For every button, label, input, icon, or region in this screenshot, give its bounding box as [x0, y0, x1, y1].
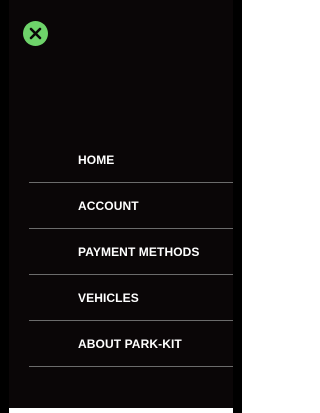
- menu-item-payment-methods[interactable]: PAYMENT METHODS: [29, 229, 233, 275]
- navigation-menu: HOME ACCOUNT PAYMENT METHODS VEHICLES AB…: [29, 137, 233, 367]
- menu-item-label: HOME: [78, 153, 115, 167]
- menu-item-label: VEHICLES: [78, 291, 139, 305]
- screen: HOME ACCOUNT PAYMENT METHODS VEHICLES AB…: [0, 0, 242, 413]
- menu-item-vehicles[interactable]: VEHICLES: [29, 275, 233, 321]
- menu-item-home[interactable]: HOME: [29, 137, 233, 183]
- side-menu-panel: HOME ACCOUNT PAYMENT METHODS VEHICLES AB…: [9, 0, 233, 408]
- close-button[interactable]: [23, 21, 48, 46]
- menu-item-account[interactable]: ACCOUNT: [29, 183, 233, 229]
- menu-item-label: ABOUT PARK-KIT: [78, 337, 182, 351]
- menu-item-label: ACCOUNT: [78, 199, 139, 213]
- bottom-edge: [9, 408, 233, 413]
- menu-item-label: PAYMENT METHODS: [78, 245, 200, 259]
- close-icon: [29, 27, 42, 40]
- right-edge: [233, 0, 242, 413]
- menu-item-about-park-kit[interactable]: ABOUT PARK-KIT: [29, 321, 233, 367]
- left-edge: [0, 0, 9, 413]
